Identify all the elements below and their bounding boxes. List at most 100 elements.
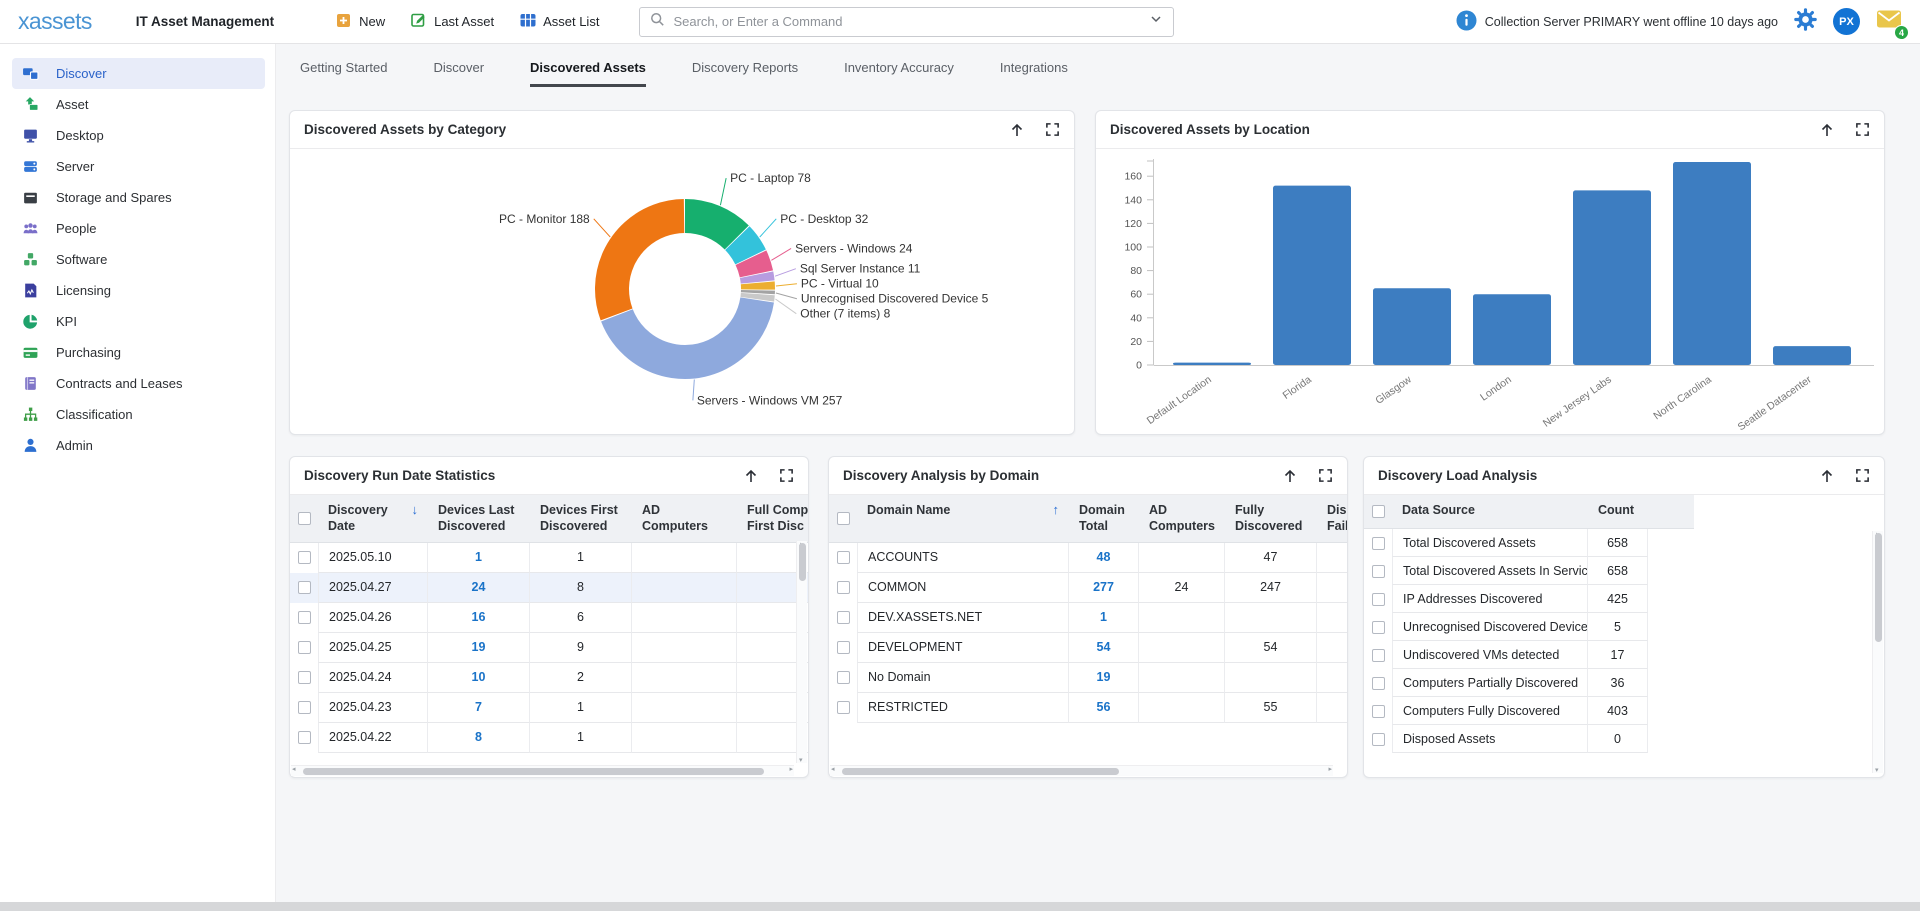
table-row[interactable]: Computers Fully Discovered403 xyxy=(1364,697,1884,725)
tab-inventory-accuracy[interactable]: Inventory Accuracy xyxy=(844,60,954,87)
select-all-checkbox[interactable] xyxy=(298,512,311,525)
table-row[interactable]: Computers Partially Discovered36 xyxy=(1364,669,1884,697)
bar-new-jersey-labs[interactable] xyxy=(1573,190,1651,365)
select-all-checkbox[interactable] xyxy=(837,512,850,525)
column-header-count[interactable]: Count xyxy=(1588,495,1648,528)
column-header-ad-computers[interactable]: AD Computers xyxy=(1139,495,1225,542)
user-avatar[interactable]: PX xyxy=(1833,8,1860,35)
sidebar-item-discover[interactable]: Discover xyxy=(12,58,265,89)
table-row[interactable]: IP Addresses Discovered425 xyxy=(1364,585,1884,613)
row-checkbox[interactable] xyxy=(1372,649,1385,662)
sidebar-item-purchasing[interactable]: Purchasing xyxy=(12,337,265,368)
bar-default-location[interactable] xyxy=(1173,363,1251,365)
table-row[interactable]: Total Discovered Assets In Service658 xyxy=(1364,557,1884,585)
bar-north-carolina[interactable] xyxy=(1673,162,1751,365)
tab-integrations[interactable]: Integrations xyxy=(1000,60,1068,87)
select-all-checkbox[interactable] xyxy=(1372,505,1385,518)
row-checkbox[interactable] xyxy=(1372,705,1385,718)
table-row[interactable]: Unrecognised Discovered Devices5 xyxy=(1364,613,1884,641)
search-input[interactable] xyxy=(673,14,1141,29)
app-logo[interactable]: xassets xyxy=(18,8,92,35)
messages-button[interactable]: 4 xyxy=(1876,9,1902,34)
row-checkbox[interactable] xyxy=(298,611,311,624)
column-header-data-source[interactable]: Data Source xyxy=(1392,495,1588,528)
tab-discovery-reports[interactable]: Discovery Reports xyxy=(692,60,798,87)
column-header-devices-last-discovered[interactable]: Devices Last Discovered xyxy=(428,495,530,542)
table-row[interactable]: DEV.XASSETS.NET1 xyxy=(829,603,1347,633)
bar-florida[interactable] xyxy=(1273,186,1351,365)
arrow-up-icon[interactable] xyxy=(743,468,759,484)
vertical-scrollbar-thumb[interactable] xyxy=(1875,533,1882,642)
chevron-down-icon[interactable] xyxy=(1149,12,1163,31)
table-row[interactable]: 2025.04.2281 xyxy=(290,723,808,753)
sidebar-item-server[interactable]: Server xyxy=(12,151,265,182)
table-row[interactable]: 2025.04.27248 xyxy=(290,573,808,603)
sidebar-item-licensing[interactable]: Licensing xyxy=(12,275,265,306)
table-row[interactable]: DEVELOPMENT5454 xyxy=(829,633,1347,663)
tab-getting-started[interactable]: Getting Started xyxy=(300,60,387,87)
bar-london[interactable] xyxy=(1473,294,1551,365)
horizontal-scrollbar-thumb[interactable] xyxy=(303,768,764,775)
column-header-dis[interactable]: Dis Fail xyxy=(1317,495,1347,542)
row-checkbox[interactable] xyxy=(298,701,311,714)
sidebar-item-software[interactable]: Software xyxy=(12,244,265,275)
arrow-up-icon[interactable] xyxy=(1282,468,1298,484)
tab-discover[interactable]: Discover xyxy=(433,60,484,87)
row-checkbox[interactable] xyxy=(837,581,850,594)
sidebar-item-contracts-and-leases[interactable]: Contracts and Leases xyxy=(12,368,265,399)
table-row[interactable]: 2025.04.25199 xyxy=(290,633,808,663)
table-row[interactable]: ACCOUNTS4847 xyxy=(829,543,1347,573)
arrow-up-icon[interactable] xyxy=(1819,468,1835,484)
vertical-scrollbar[interactable] xyxy=(1872,531,1883,773)
row-checkbox[interactable] xyxy=(1372,565,1385,578)
column-header-fully-discovered[interactable]: Fully Discovered xyxy=(1225,495,1317,542)
table-row[interactable]: 2025.04.26166 xyxy=(290,603,808,633)
table-row[interactable]: Total Discovered Assets658 xyxy=(1364,529,1884,557)
sidebar-item-kpi[interactable]: KPI xyxy=(12,306,265,337)
row-checkbox[interactable] xyxy=(298,731,311,744)
table-row[interactable]: No Domain19 xyxy=(829,663,1347,693)
column-header-ad-computers[interactable]: AD Computers xyxy=(632,495,737,542)
row-checkbox[interactable] xyxy=(837,611,850,624)
table-row[interactable]: Disposed Assets0 xyxy=(1364,725,1884,753)
vertical-scrollbar-thumb[interactable] xyxy=(799,543,806,581)
row-checkbox[interactable] xyxy=(298,641,311,654)
table-row[interactable]: COMMON27724247 xyxy=(829,573,1347,603)
tab-discovered-assets[interactable]: Discovered Assets xyxy=(530,60,646,87)
horizontal-scrollbar[interactable] xyxy=(291,765,794,776)
row-checkbox[interactable] xyxy=(298,551,311,564)
column-header-devices-first-discovered[interactable]: Devices First Discovered xyxy=(530,495,632,542)
fullscreen-icon[interactable] xyxy=(1045,122,1060,137)
table-row[interactable]: 2025.04.24102 xyxy=(290,663,808,693)
asset-list-button[interactable]: Asset List xyxy=(520,12,599,31)
column-header-full-comp[interactable]: Full Comp First Disc xyxy=(737,495,808,542)
last-asset-button[interactable]: Last Asset xyxy=(411,12,494,31)
new-button[interactable]: New xyxy=(336,12,385,31)
fullscreen-icon[interactable] xyxy=(779,468,794,483)
row-checkbox[interactable] xyxy=(298,671,311,684)
table-row[interactable]: 2025.04.2371 xyxy=(290,693,808,723)
sidebar-item-storage-and-spares[interactable]: Storage and Spares xyxy=(12,182,265,213)
fullscreen-icon[interactable] xyxy=(1318,468,1333,483)
fullscreen-icon[interactable] xyxy=(1855,122,1870,137)
horizontal-scrollbar[interactable] xyxy=(830,765,1333,776)
horizontal-scrollbar-thumb[interactable] xyxy=(842,768,1119,775)
row-checkbox[interactable] xyxy=(1372,733,1385,746)
bar-seattle-datacenter[interactable] xyxy=(1773,346,1851,365)
sidebar-item-desktop[interactable]: Desktop xyxy=(12,120,265,151)
column-header-domain-name[interactable]: Domain Name↑ xyxy=(857,495,1069,542)
sidebar-item-people[interactable]: People xyxy=(12,213,265,244)
row-checkbox[interactable] xyxy=(837,641,850,654)
column-header-domain-total[interactable]: Domain Total xyxy=(1069,495,1139,542)
row-checkbox[interactable] xyxy=(298,581,311,594)
row-checkbox[interactable] xyxy=(837,671,850,684)
row-checkbox[interactable] xyxy=(1372,593,1385,606)
table-row[interactable]: 2025.05.1011 xyxy=(290,543,808,573)
column-header-discovery-date[interactable]: Discovery Date↓ xyxy=(318,495,428,542)
arrow-up-icon[interactable] xyxy=(1009,122,1025,138)
table-row[interactable]: RESTRICTED5655 xyxy=(829,693,1347,723)
bar-glasgow[interactable] xyxy=(1373,288,1451,365)
row-checkbox[interactable] xyxy=(1372,677,1385,690)
settings-gear-icon[interactable] xyxy=(1794,8,1817,36)
table-row[interactable]: Undiscovered VMs detected17 xyxy=(1364,641,1884,669)
